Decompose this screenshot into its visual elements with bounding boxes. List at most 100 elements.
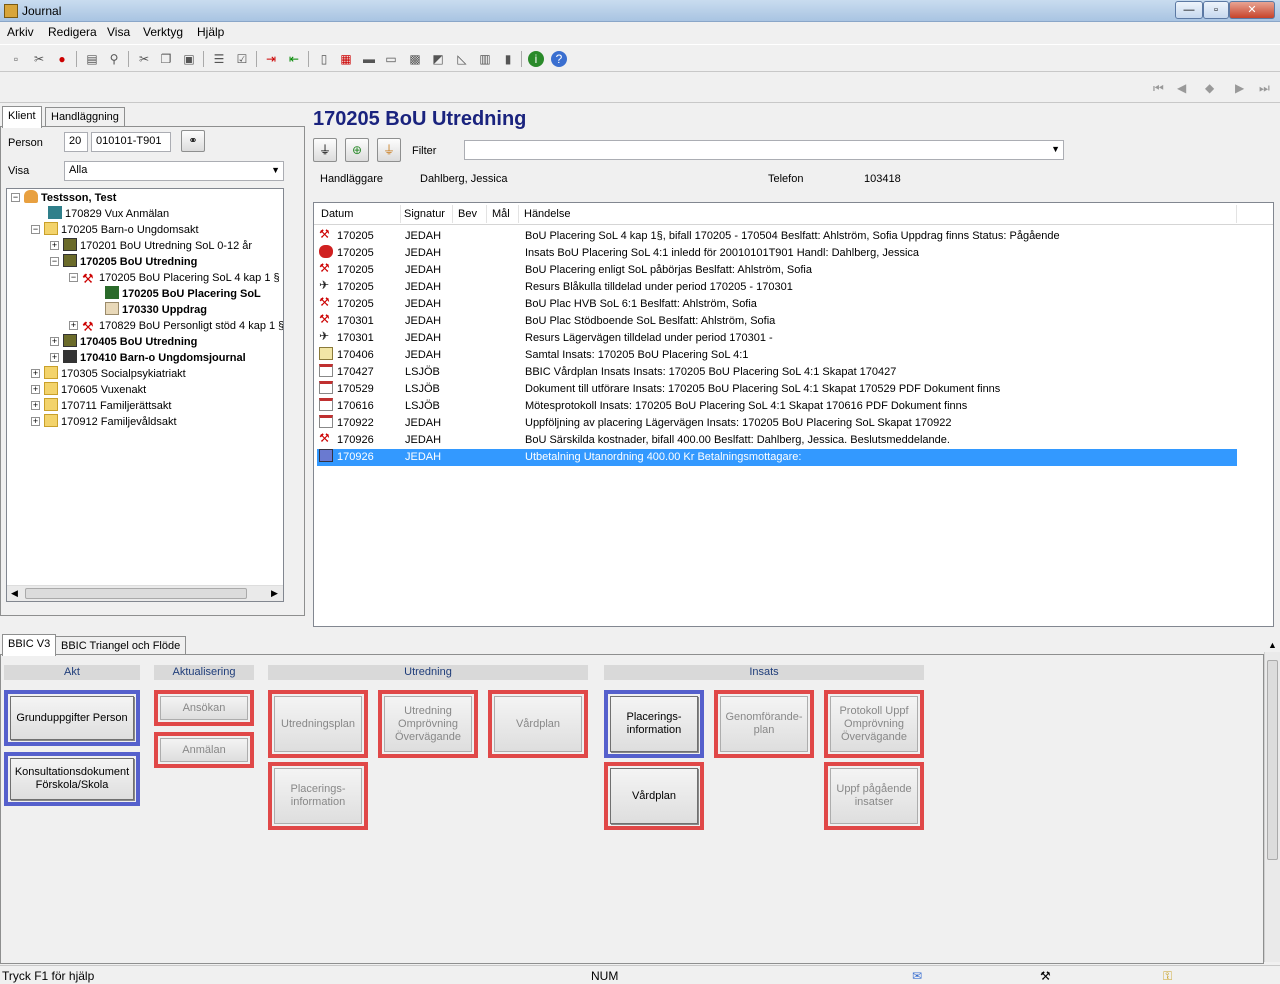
tree-item[interactable]: −170205 BoU Utredning	[50, 254, 197, 270]
column-bev[interactable]: Bev	[458, 208, 477, 220]
tree-item[interactable]: 170829 Vux Anmälan	[48, 206, 169, 222]
new-icon[interactable]: ▫	[8, 51, 24, 67]
table-row[interactable]: ✈ 170301 JEDAH Resurs Lägervägen tilldelad …	[317, 330, 1237, 347]
table-row[interactable]: 170922 JEDAH Uppföljning av placering Läge…	[317, 415, 1237, 432]
filter-edit-button[interactable]: ⏚	[377, 138, 401, 162]
table-row[interactable]: ⚒ 170301 JEDAH BoU Plac Stödboende SoL Besl…	[317, 313, 1237, 330]
menu-verktyg[interactable]: Verktyg	[143, 25, 183, 39]
minimize-button[interactable]: —	[1175, 1, 1203, 19]
table-row[interactable]: 170529 LSJÖB Dokument till utförare Insats…	[317, 381, 1237, 398]
tree-item[interactable]: 170205 BoU Placering SoL	[105, 286, 261, 302]
stop-icon[interactable]: ●	[54, 51, 70, 67]
column-datum[interactable]: Datum	[321, 208, 353, 220]
table-row[interactable]: ✈ 170205 JEDAH Resurs Blåkulla tilldelad un…	[317, 279, 1237, 296]
table-row[interactable]: 170616 LSJÖB Mötesprotokoll Insats: 170205…	[317, 398, 1237, 415]
column-signatur[interactable]: Signatur	[404, 208, 445, 220]
utredningsplan-button[interactable]: Utredningsplan	[274, 696, 362, 752]
table-row[interactable]: ⚒ 170205 JEDAH BoU Plac HVB SoL 6:1 Beslfat…	[317, 296, 1237, 313]
close-button[interactable]: ✕	[1229, 1, 1275, 19]
draw-icon[interactable]: ◺	[454, 51, 470, 67]
gavel-status-icon[interactable]: ⚒	[1040, 969, 1051, 983]
search-icon[interactable]: ⚲	[106, 51, 122, 67]
tab-bbic-triangel[interactable]: BBIC Triangel och Flöde	[55, 636, 187, 656]
bbic-vscrollbar[interactable]	[1264, 652, 1280, 962]
page-icon[interactable]: ▯	[316, 51, 332, 67]
tab-handlaggning[interactable]: Handläggning	[45, 107, 125, 127]
table-row[interactable]: 170205 JEDAH Insats BoU Placering SoL 4:1 …	[317, 245, 1237, 262]
placeringsinformation-insats-button[interactable]: Placerings-information	[610, 696, 698, 752]
collapse-arrow-icon[interactable]: ▲	[1268, 640, 1277, 650]
tree-item[interactable]: +170410 Barn-o Ungdomsjournal	[50, 350, 246, 366]
list-icon[interactable]: ☰	[211, 51, 227, 67]
lock-icon[interactable]: ⚿	[1163, 969, 1172, 984]
tab-bbic-v3[interactable]: BBIC V3	[2, 634, 57, 656]
mail-icon[interactable]: ✉	[912, 969, 922, 983]
table-row[interactable]: ⚒ 170926 JEDAH BoU Särskilda kostnader, bif…	[317, 432, 1237, 449]
chart-icon[interactable]: ▮	[500, 51, 516, 67]
info-icon[interactable]: i	[528, 51, 544, 67]
tree-item[interactable]: − Testsson, Test	[11, 190, 116, 206]
tree-item[interactable]: −170205 Barn-o Ungdomsakt	[31, 222, 199, 238]
person-id-field[interactable]: 010101-T901	[91, 132, 171, 152]
first-record-icon[interactable]: ⏮	[1153, 81, 1164, 96]
vardplan-insats-button[interactable]: Vårdplan	[610, 768, 698, 824]
checklist-icon[interactable]: ☑	[234, 51, 250, 67]
tree-hscrollbar[interactable]: ◀ ▶	[7, 585, 283, 601]
tree-item[interactable]: +170711 Familjerättsakt	[31, 398, 171, 414]
menu-visa[interactable]: Visa	[107, 25, 130, 39]
help-icon[interactable]: ?	[551, 51, 567, 67]
genomforandeplan-button[interactable]: Genomförande-plan	[720, 696, 808, 752]
column-mal[interactable]: Mål	[492, 208, 510, 220]
grid-icon[interactable]: ▩	[407, 51, 423, 67]
import-icon[interactable]: ⇤	[286, 51, 302, 67]
visa-select[interactable]: Alla ▼	[64, 161, 284, 181]
menu-arkiv[interactable]: Arkiv	[7, 25, 34, 39]
person-lookup-button[interactable]: ⚭	[181, 130, 205, 152]
tree-item[interactable]: +170201 BoU Utredning SoL 0-12 år	[50, 238, 252, 254]
tab-klient[interactable]: Klient	[2, 106, 42, 128]
paste-icon[interactable]: ▣	[181, 51, 197, 67]
menu-redigera[interactable]: Redigera	[48, 25, 97, 39]
copy-icon[interactable]: ❐	[158, 51, 174, 67]
tree-item[interactable]: + ⚒ 170829 BoU Personligt stöd 4 kap 1 §	[69, 318, 283, 334]
scroll-thumb[interactable]	[25, 588, 247, 599]
maximize-button[interactable]: ▫	[1203, 1, 1229, 19]
next-record-icon[interactable]: ▶	[1235, 81, 1244, 95]
image-icon[interactable]: ◩	[430, 51, 446, 67]
filter-select[interactable]: ▼	[464, 140, 1064, 160]
filter-add-button[interactable]: ⊕	[345, 138, 369, 162]
export-icon[interactable]: ⇥	[263, 51, 279, 67]
table-row[interactable]: 170427 LSJÖB BBIC Vårdplan Insats Insats: …	[317, 364, 1237, 381]
table-row[interactable]: ⚒ 170205 JEDAH BoU Placering SoL 4 kap 1§, …	[317, 228, 1237, 245]
table-icon[interactable]: ▥	[477, 51, 493, 67]
previous-record-icon[interactable]: ◀	[1177, 81, 1186, 95]
vardplan-utredning-button[interactable]: Vårdplan	[494, 696, 582, 752]
tree-item[interactable]: 170330 Uppdrag	[105, 302, 207, 318]
notes-icon[interactable]: ▦	[338, 51, 354, 67]
tree-item[interactable]: +170305 Socialpsykiatriakt	[31, 366, 186, 382]
scroll-left-icon[interactable]: ◀	[11, 588, 18, 599]
table-row[interactable]: 170406 JEDAH Samtal Insats: 170205 BoU Pla…	[317, 347, 1237, 364]
tree-item[interactable]: − ⚒ 170205 BoU Placering SoL 4 kap 1 §	[69, 270, 280, 286]
last-record-icon[interactable]: ⏭	[1259, 81, 1270, 96]
tree-item[interactable]: +170912 Familjevåldsakt	[31, 414, 177, 430]
placeringsinformation-utredning-button[interactable]: Placerings-information	[274, 768, 362, 824]
tree-item[interactable]: +170605 Vuxenakt	[31, 382, 146, 398]
scroll-thumb[interactable]	[1267, 660, 1278, 860]
filter-button-1[interactable]: ⏚	[313, 138, 337, 162]
person-prefix-field[interactable]: 20	[64, 132, 88, 152]
utredning-omprovning-button[interactable]: Utredning Omprövning Övervägande	[384, 696, 472, 752]
tree-item[interactable]: +170405 BoU Utredning	[50, 334, 197, 350]
scroll-right-icon[interactable]: ▶	[271, 588, 278, 599]
uppf-pagaende-insatser-button[interactable]: Uppf pågående insatser	[830, 768, 918, 824]
column-handelse[interactable]: Händelse	[524, 208, 570, 220]
cut-icon[interactable]: ✂	[136, 51, 152, 67]
grunduppgifter-person-button[interactable]: Grunduppgifter Person	[10, 696, 134, 740]
chat-icon[interactable]: ▬	[361, 51, 377, 67]
table-row[interactable]: 170926 JEDAH Utbetalning Utanordning 400.0…	[317, 449, 1237, 466]
anmalan-button[interactable]: Anmälan	[160, 738, 248, 762]
protokoll-omprovning-button[interactable]: Protokoll Uppf Omprövning Övervägande	[830, 696, 918, 752]
tools-icon[interactable]: ✂	[31, 51, 47, 67]
konsultationsdokument-button[interactable]: Konsultationsdokument Förskola/Skola	[10, 758, 134, 800]
current-record-icon[interactable]: ◆	[1205, 81, 1214, 95]
